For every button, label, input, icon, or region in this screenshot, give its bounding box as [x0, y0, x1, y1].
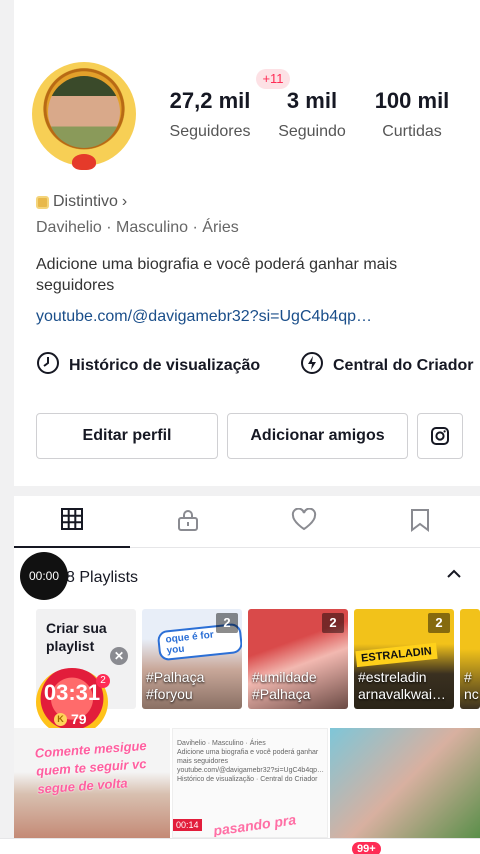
tab-private[interactable]	[130, 496, 246, 548]
followers-label: Seguidores	[169, 123, 251, 140]
following-label: Seguindo	[278, 123, 346, 140]
watch-history-label: Histórico de visualização	[69, 356, 261, 374]
playlist-count: 2	[428, 613, 450, 633]
close-icon[interactable]: ✕	[110, 647, 128, 665]
playlists-title: 8 Playlists	[66, 569, 139, 586]
new-followers-badge: +11	[256, 69, 290, 89]
live-reward-widget[interactable]: 2 03:31 K 79	[36, 668, 110, 736]
profile-tabs	[14, 496, 480, 548]
profile-link[interactable]: youtube.com/@davigamebr32?si=UgC4b4qp…	[36, 308, 372, 326]
collapse-playlists-button[interactable]	[446, 566, 462, 587]
create-playlist-label: Criar sua playlist	[46, 620, 107, 654]
video-thumbnail[interactable]	[330, 728, 480, 838]
tab-liked[interactable]	[246, 496, 362, 548]
creator-center-button[interactable]: Central do Criador	[300, 351, 473, 380]
playlist-card[interactable]: 2 #umildade #Palhaça	[248, 609, 348, 709]
section-divider	[14, 486, 480, 496]
live-timer: 03:31	[43, 680, 101, 705]
chevron-right-icon: ›	[121, 193, 128, 210]
playlist-tags: # nc	[464, 669, 479, 702]
video-thumbnail[interactable]: Comente mesigue quem te seguir vc segue …	[14, 728, 170, 838]
bookmark-icon	[409, 508, 431, 537]
grid-icon	[60, 507, 84, 536]
left-edge	[0, 0, 14, 854]
tab-saved[interactable]	[362, 496, 478, 548]
clock-icon	[36, 351, 60, 380]
lock-icon	[176, 508, 200, 537]
playlist-tags: #Palhaça #foryou	[146, 669, 205, 702]
followers-count: 27,2 mil	[169, 88, 251, 113]
watch-history-button[interactable]: Histórico de visualização	[36, 351, 260, 380]
avatar[interactable]	[32, 62, 136, 170]
badge-label: Distintivo	[53, 193, 118, 210]
edit-profile-button[interactable]: Editar perfil	[36, 413, 218, 459]
likes-stat[interactable]: 100 mil Curtidas	[366, 88, 458, 141]
video-time-badge: 00:14	[173, 819, 202, 831]
following-count: 3 mil	[286, 88, 338, 113]
followers-stat[interactable]: 27,2 mil Seguidores	[164, 88, 256, 141]
playlist-tags: #umildade #Palhaça	[252, 669, 317, 702]
instagram-icon	[430, 427, 450, 450]
instagram-button[interactable]	[417, 413, 463, 459]
avatar-photo	[48, 76, 120, 148]
playlist-tags: #estreladin arnavalkwai…	[358, 669, 446, 702]
coin-count: K 79	[54, 711, 87, 727]
inbox-badge: 99+	[352, 842, 381, 854]
badge-icon	[36, 195, 49, 209]
heart-icon	[291, 507, 317, 537]
bolt-icon	[300, 351, 324, 380]
following-stat[interactable]: 3 mil Seguindo	[270, 88, 354, 141]
likes-count: 100 mil	[374, 88, 450, 113]
coin-icon: K	[54, 712, 67, 726]
video-overlay-text: pasando pra	[212, 811, 297, 838]
bottom-nav	[0, 838, 480, 854]
playlist-sticker: ESTRALADIN	[355, 642, 438, 668]
add-friends-button[interactable]: Adicionar amigos	[227, 413, 408, 459]
playlist-card[interactable]: ESTRALADIN 2 #estreladin arnavalkwai…	[354, 609, 454, 709]
playlist-card[interactable]: oque é for you 2 #Palhaça #foryou	[142, 609, 242, 709]
badge-link[interactable]: Distintivo ›	[36, 193, 127, 211]
playlist-count: 2	[322, 613, 344, 633]
bio-text[interactable]: Adicione uma biografia e você poderá gan…	[36, 254, 456, 296]
playlist-count: 2	[216, 613, 238, 633]
playlist-card[interactable]: # nc	[460, 609, 480, 709]
creator-center-label: Central do Criador	[333, 356, 474, 374]
likes-label: Curtidas	[382, 123, 442, 140]
chevron-up-icon	[446, 569, 462, 586]
video-overlay-text: Comente mesigue quem te seguir vc segue …	[34, 737, 148, 797]
tab-videos[interactable]	[14, 496, 130, 548]
video-thumbnail[interactable]: Davihelio · Masculino · Áries Adicione u…	[172, 728, 328, 838]
profile-screen: { "profile": { "notification_badge": "+1…	[0, 0, 480, 854]
avatar-frame-ornament	[72, 154, 96, 170]
profile-meta: Davihelio · Masculino · Áries	[36, 219, 239, 236]
video-screenshot-text: Davihelio · Masculino · Áries Adicione u…	[177, 740, 324, 783]
recording-timer[interactable]: 00:00	[20, 552, 68, 600]
